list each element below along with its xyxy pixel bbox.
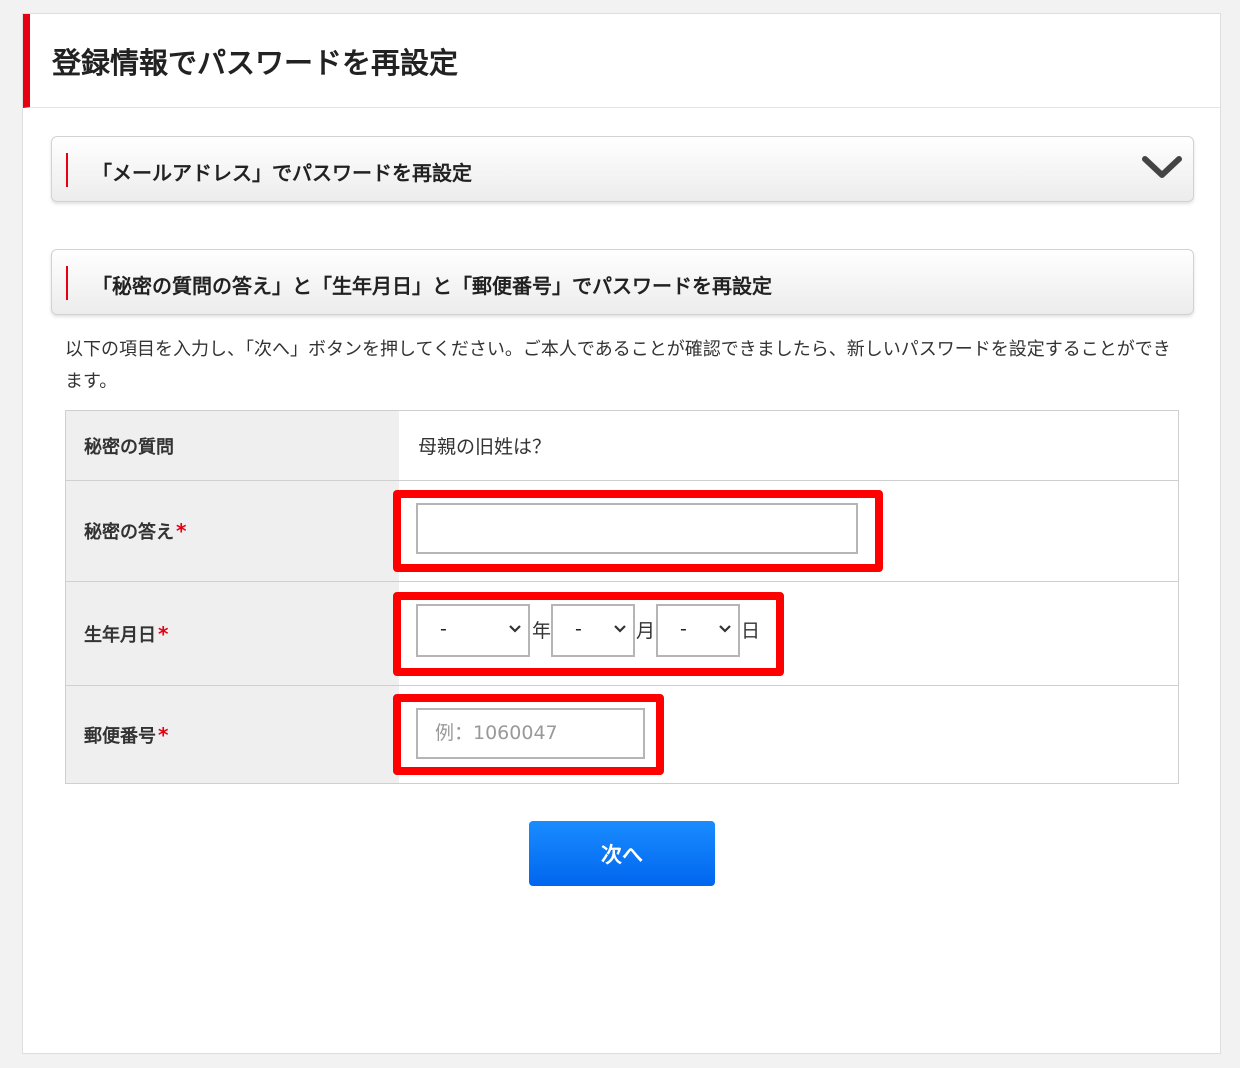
content-card: 登録情報でパスワードを再設定 「メールアドレス」でパスワードを再設定 「秘密の質…: [22, 13, 1221, 1054]
intro-text: 以下の項目を入力し、「次へ」ボタンを押してください。ご本人であることが確認できま…: [65, 339, 1171, 392]
answer-value-cell: [393, 481, 1178, 581]
required-mark: *: [176, 519, 187, 543]
answer-label: 秘密の答え *: [66, 481, 399, 581]
accordion-email-reset[interactable]: 「メールアドレス」でパスワードを再設定: [51, 136, 1194, 202]
day-unit: 日: [741, 620, 761, 642]
question-value-cell: 母親の旧姓は？: [399, 411, 1178, 480]
birthday-label: 生年月日 *: [66, 582, 399, 685]
chevron-down-icon[interactable]: [1141, 153, 1183, 183]
form-row-answer: 秘密の答え *: [66, 481, 1178, 582]
question-value: 母親の旧姓は？: [418, 436, 552, 458]
answer-input[interactable]: [416, 503, 858, 554]
page-title: 登録情報でパスワードを再設定: [52, 46, 459, 80]
form-row-zip: 郵便番号 * 例：1060047: [66, 686, 1178, 783]
zip-input[interactable]: 例：1060047: [416, 708, 645, 759]
zip-value-cell: 例：1060047: [393, 686, 1178, 783]
accordion-accent-bar: [66, 153, 68, 187]
next-button[interactable]: 次へ: [529, 821, 715, 886]
required-mark: *: [158, 621, 169, 646]
day-select[interactable]: -: [656, 604, 740, 657]
chevron-down-icon: [719, 625, 731, 633]
chevron-down-icon: [614, 625, 626, 633]
chevron-down-icon: [509, 625, 521, 633]
page-header: 登録情報でパスワードを再設定: [23, 14, 1220, 108]
question-label: 秘密の質問: [66, 411, 399, 480]
accordion-secret-title: 「秘密の質問の答え」と「生年月日」と「郵便番号」でパスワードを再設定: [92, 274, 772, 298]
form-row-question: 秘密の質問 母親の旧姓は？: [66, 411, 1178, 481]
birthday-value-cell: - 年 - 月 - 日: [393, 582, 1178, 685]
year-unit: 年: [532, 620, 552, 642]
accordion-accent-bar: [66, 266, 68, 300]
month-unit: 月: [636, 620, 656, 642]
required-mark: *: [158, 722, 169, 747]
month-select[interactable]: -: [551, 604, 635, 657]
zip-label: 郵便番号 *: [66, 686, 399, 783]
form-row-birthday: 生年月日 * - 年 - 月 - 日: [66, 582, 1178, 686]
reset-form-table: 秘密の質問 母親の旧姓は？ 秘密の答え * 生年月日 * - 年 - 月 - 日…: [65, 410, 1179, 784]
accordion-secret-reset[interactable]: 「秘密の質問の答え」と「生年月日」と「郵便番号」でパスワードを再設定: [51, 249, 1194, 315]
year-select[interactable]: -: [416, 604, 530, 657]
accordion-email-title: 「メールアドレス」でパスワードを再設定: [92, 161, 472, 185]
